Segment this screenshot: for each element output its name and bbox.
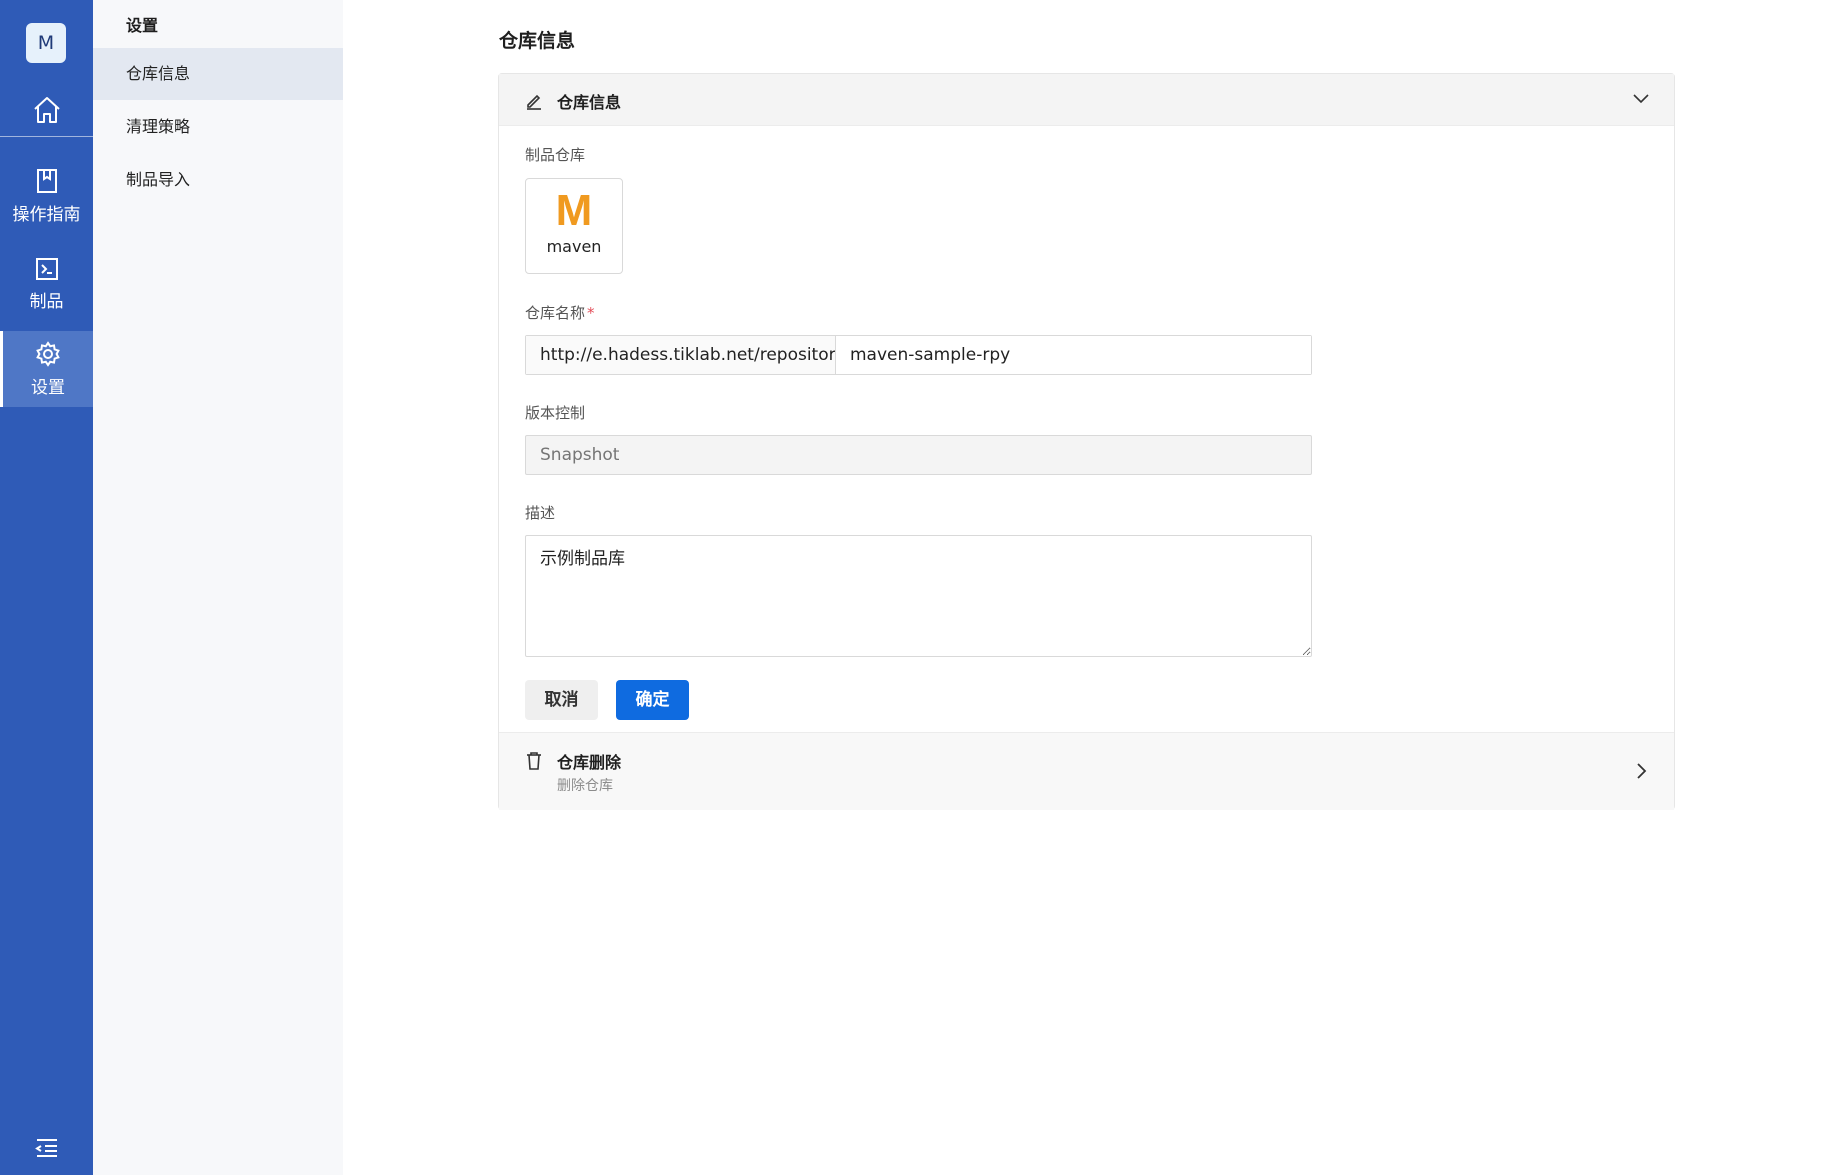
cancel-button[interactable]: 取消 xyxy=(525,680,598,720)
home-button[interactable] xyxy=(0,86,93,134)
sidebar-item-artifact-import[interactable]: 制品导入 xyxy=(93,154,343,206)
sidebar-title: 设置 xyxy=(126,16,159,35)
menu-collapse-icon xyxy=(34,1139,57,1157)
rail-item-artifacts[interactable]: 制品 xyxy=(0,246,93,322)
confirm-button[interactable]: 确定 xyxy=(616,680,689,720)
repo-name-label-text: 仓库名称 xyxy=(525,304,586,322)
delete-title: 仓库删除 xyxy=(557,753,622,772)
rail-item-settings[interactable]: 设置 xyxy=(0,331,93,407)
repo-name-label: 仓库名称 * xyxy=(525,302,595,323)
settings-sidebar: 设置 仓库信息 清理策略 制品导入 xyxy=(93,0,343,1175)
repo-name-input[interactable] xyxy=(836,336,1311,374)
repo-info-card: 仓库信息 制品仓库 M maven 仓库名称 * http://e.hadess.… xyxy=(498,73,1675,810)
rail-item-label: 设置 xyxy=(31,377,65,398)
rail-divider xyxy=(0,136,93,137)
edit-icon xyxy=(527,94,541,110)
gear-icon xyxy=(36,340,60,367)
chevron-down-icon[interactable] xyxy=(1632,90,1650,108)
section-title: 仓库信息 xyxy=(557,93,622,112)
trash-icon xyxy=(527,752,541,770)
repo-url-prefix: http://e.hadess.tiklab.net/repository/ xyxy=(526,336,836,374)
version-control-input xyxy=(525,435,1312,475)
required-mark: * xyxy=(587,304,595,322)
home-icon xyxy=(33,97,60,123)
repo-type-name: maven xyxy=(546,237,602,256)
page-title: 仓库信息 xyxy=(499,30,576,52)
chevron-right-icon[interactable] xyxy=(1634,761,1650,781)
repo-name-group: http://e.hadess.tiklab.net/repository/ xyxy=(525,335,1312,375)
version-control-label: 版本控制 xyxy=(525,404,586,422)
maven-logo-icon: M xyxy=(555,186,593,235)
description-label: 描述 xyxy=(525,504,556,522)
repo-delete-section[interactable]: 仓库删除 删除仓库 xyxy=(499,732,1674,810)
repo-type-maven[interactable]: M maven xyxy=(525,178,623,274)
left-rail: M 操作指南 制品 设置 xyxy=(0,0,93,1175)
rail-item-label: 操作指南 xyxy=(12,204,81,225)
book-icon xyxy=(36,168,57,193)
rail-item-label: 制品 xyxy=(29,291,64,312)
repo-info-section-header[interactable]: 仓库信息 xyxy=(499,74,1674,126)
terminal-icon xyxy=(35,257,58,280)
description-textarea[interactable]: 示例制品库 xyxy=(525,535,1312,657)
repo-type-label: 制品仓库 xyxy=(525,146,586,164)
rail-item-guide[interactable]: 操作指南 xyxy=(0,158,93,234)
sidebar-item-repo-info[interactable]: 仓库信息 xyxy=(93,48,343,100)
collapse-menu-button[interactable] xyxy=(0,1132,93,1164)
sidebar-item-cleanup-policy[interactable]: 清理策略 xyxy=(93,101,343,153)
delete-subtitle: 删除仓库 xyxy=(557,778,613,794)
avatar[interactable]: M xyxy=(26,23,66,63)
